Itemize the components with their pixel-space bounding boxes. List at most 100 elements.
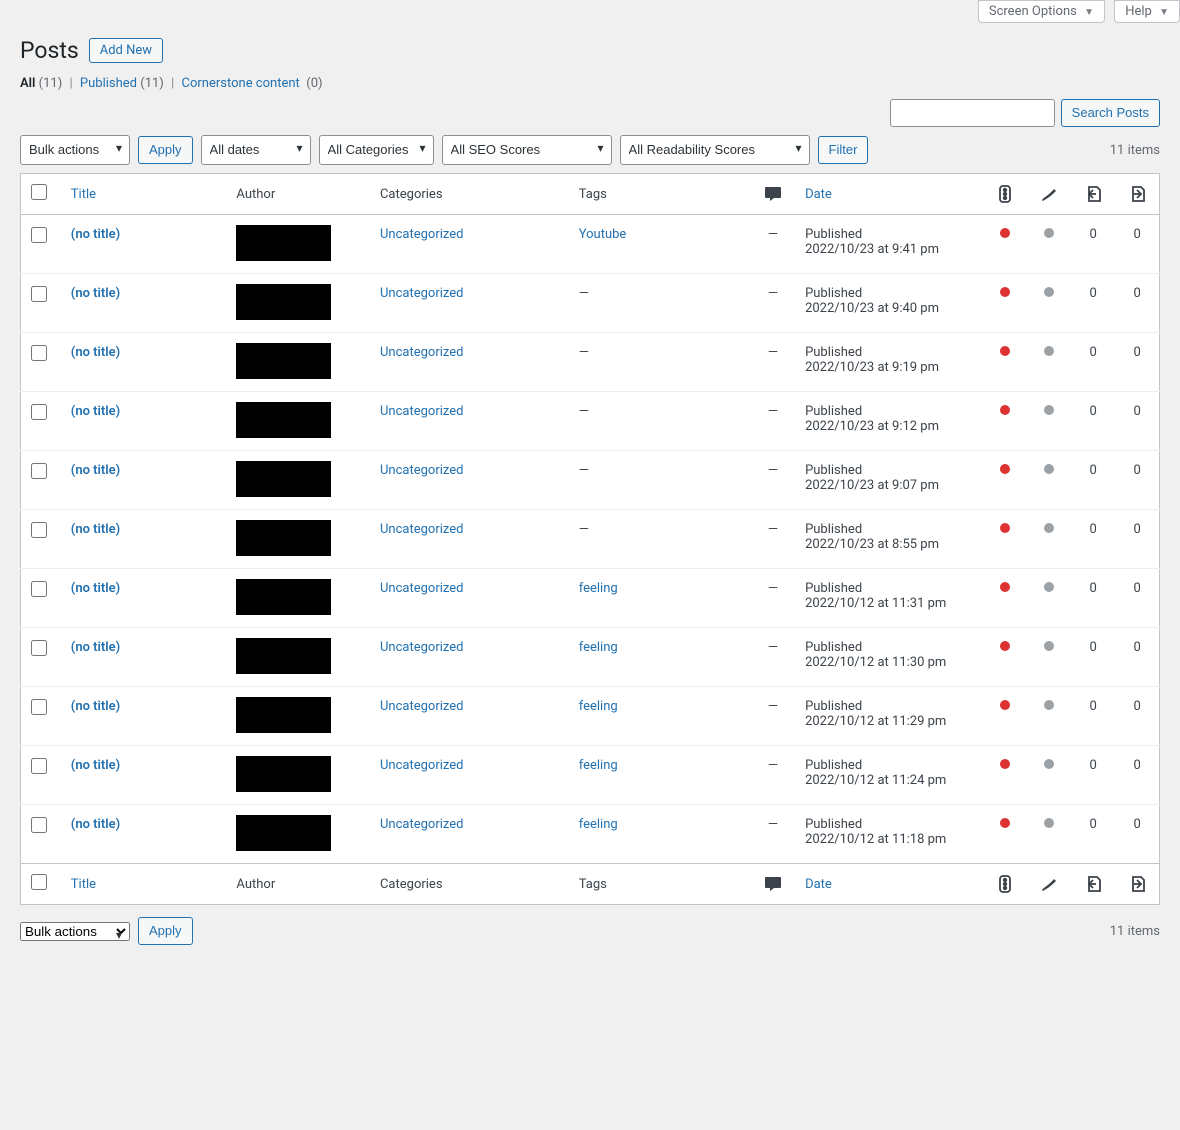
bulk-actions-select-bottom[interactable]: Bulk actions [20,922,130,941]
post-title-link[interactable]: (no title) [71,699,120,714]
row-checkbox[interactable] [31,699,47,715]
row-checkbox[interactable] [31,404,47,420]
author-redacted [236,402,331,438]
filter-published-link[interactable]: Published [80,76,137,91]
table-row: (no title) Uncategorized feeling — Publi… [21,687,1160,746]
seo-score-icon[interactable] [983,864,1027,905]
post-title-link[interactable]: (no title) [71,286,120,301]
post-title-link[interactable]: (no title) [71,463,120,478]
comments-count: — [768,758,778,773]
category-filter-select[interactable]: All Categories [319,135,434,165]
readability-icon[interactable] [1027,174,1071,215]
incoming-links-count: 0 [1115,215,1159,274]
incoming-links-count: 0 [1115,805,1159,864]
col-title-sort[interactable]: Title [71,187,96,202]
post-title-link[interactable]: (no title) [71,227,120,242]
post-title-link[interactable]: (no title) [71,817,120,832]
incoming-links-count: 0 [1115,628,1159,687]
comments-icon[interactable] [751,174,795,215]
select-all-checkbox-bottom[interactable] [31,874,47,890]
filter-cornerstone-link[interactable]: Cornerstone content [182,76,300,91]
category-link[interactable]: Uncategorized [380,345,463,360]
incoming-links-count: 0 [1115,569,1159,628]
tag-link[interactable]: Youtube [579,227,627,242]
col-categories-bottom: Categories [370,864,569,905]
filter-all-link[interactable]: All [20,76,35,91]
post-date: 2022/10/23 at 9:07 pm [805,478,973,493]
tag-link[interactable]: feeling [579,581,618,596]
items-count-bottom: 11 items [1110,924,1160,939]
no-tags: — [579,404,589,419]
incoming-links-icon[interactable] [1115,174,1159,215]
post-title-link[interactable]: (no title) [71,522,120,537]
filter-button[interactable]: Filter [818,136,869,164]
row-checkbox[interactable] [31,345,47,361]
apply-bulk-button-bottom[interactable]: Apply [138,917,193,945]
tag-link[interactable]: feeling [579,699,618,714]
category-link[interactable]: Uncategorized [380,227,463,242]
readability-score-dot [1044,582,1054,592]
category-link[interactable]: Uncategorized [380,404,463,419]
post-title-link[interactable]: (no title) [71,345,120,360]
incoming-links-icon[interactable] [1115,864,1159,905]
post-title-link[interactable]: (no title) [71,581,120,596]
outgoing-links-icon[interactable] [1071,174,1115,215]
date-filter-select[interactable]: All dates [201,135,311,165]
tag-link[interactable]: feeling [579,758,618,773]
author-redacted [236,343,331,379]
author-redacted [236,461,331,497]
row-checkbox[interactable] [31,581,47,597]
add-new-button[interactable]: Add New [89,38,163,63]
help-button[interactable]: Help ▼ [1114,0,1180,23]
category-link[interactable]: Uncategorized [380,286,463,301]
tag-link[interactable]: feeling [579,817,618,832]
category-link[interactable]: Uncategorized [380,522,463,537]
category-link[interactable]: Uncategorized [380,817,463,832]
search-posts-button[interactable]: Search Posts [1061,99,1160,127]
outgoing-links-count: 0 [1071,392,1115,451]
items-count-top: 11 items [1110,143,1160,158]
category-link[interactable]: Uncategorized [380,581,463,596]
no-tags: — [579,345,589,360]
col-date-sort-bottom[interactable]: Date [805,877,832,892]
tag-link[interactable]: feeling [579,640,618,655]
row-checkbox[interactable] [31,522,47,538]
comments-icon[interactable] [751,864,795,905]
readability-filter-select[interactable]: All Readability Scores [620,135,810,165]
row-checkbox[interactable] [31,817,47,833]
author-redacted [236,520,331,556]
category-link[interactable]: Uncategorized [380,463,463,478]
chevron-down-icon: ▼ [1159,7,1169,18]
seo-score-icon[interactable] [983,174,1027,215]
readability-icon[interactable] [1027,864,1071,905]
post-title-link[interactable]: (no title) [71,640,120,655]
category-link[interactable]: Uncategorized [380,758,463,773]
col-title-sort-bottom[interactable]: Title [71,877,96,892]
row-checkbox[interactable] [31,227,47,243]
row-checkbox[interactable] [31,758,47,774]
bulk-actions-select[interactable]: Bulk actions [20,135,130,165]
comments-count: — [768,699,778,714]
col-categories: Categories [370,174,569,215]
category-link[interactable]: Uncategorized [380,699,463,714]
select-all-checkbox[interactable] [31,184,47,200]
row-checkbox[interactable] [31,640,47,656]
post-title-link[interactable]: (no title) [71,404,120,419]
apply-bulk-button[interactable]: Apply [138,136,193,164]
category-link[interactable]: Uncategorized [380,640,463,655]
search-input[interactable] [890,99,1055,127]
post-status: Published [805,404,973,419]
row-checkbox[interactable] [31,286,47,302]
post-title-link[interactable]: (no title) [71,758,120,773]
post-date: 2022/10/12 at 11:30 pm [805,655,973,670]
col-date-sort[interactable]: Date [805,187,832,202]
table-row: (no title) Uncategorized feeling — Publi… [21,805,1160,864]
outgoing-links-icon[interactable] [1071,864,1115,905]
row-checkbox[interactable] [31,463,47,479]
readability-score-dot [1044,700,1054,710]
seo-score-filter-select[interactable]: All SEO Scores [442,135,612,165]
seo-score-dot [1000,759,1010,769]
screen-options-button[interactable]: Screen Options ▼ [978,0,1105,23]
post-date: 2022/10/12 at 11:24 pm [805,773,973,788]
status-filter-links: All (11) | Published (11) | Cornerstone … [20,76,1160,91]
